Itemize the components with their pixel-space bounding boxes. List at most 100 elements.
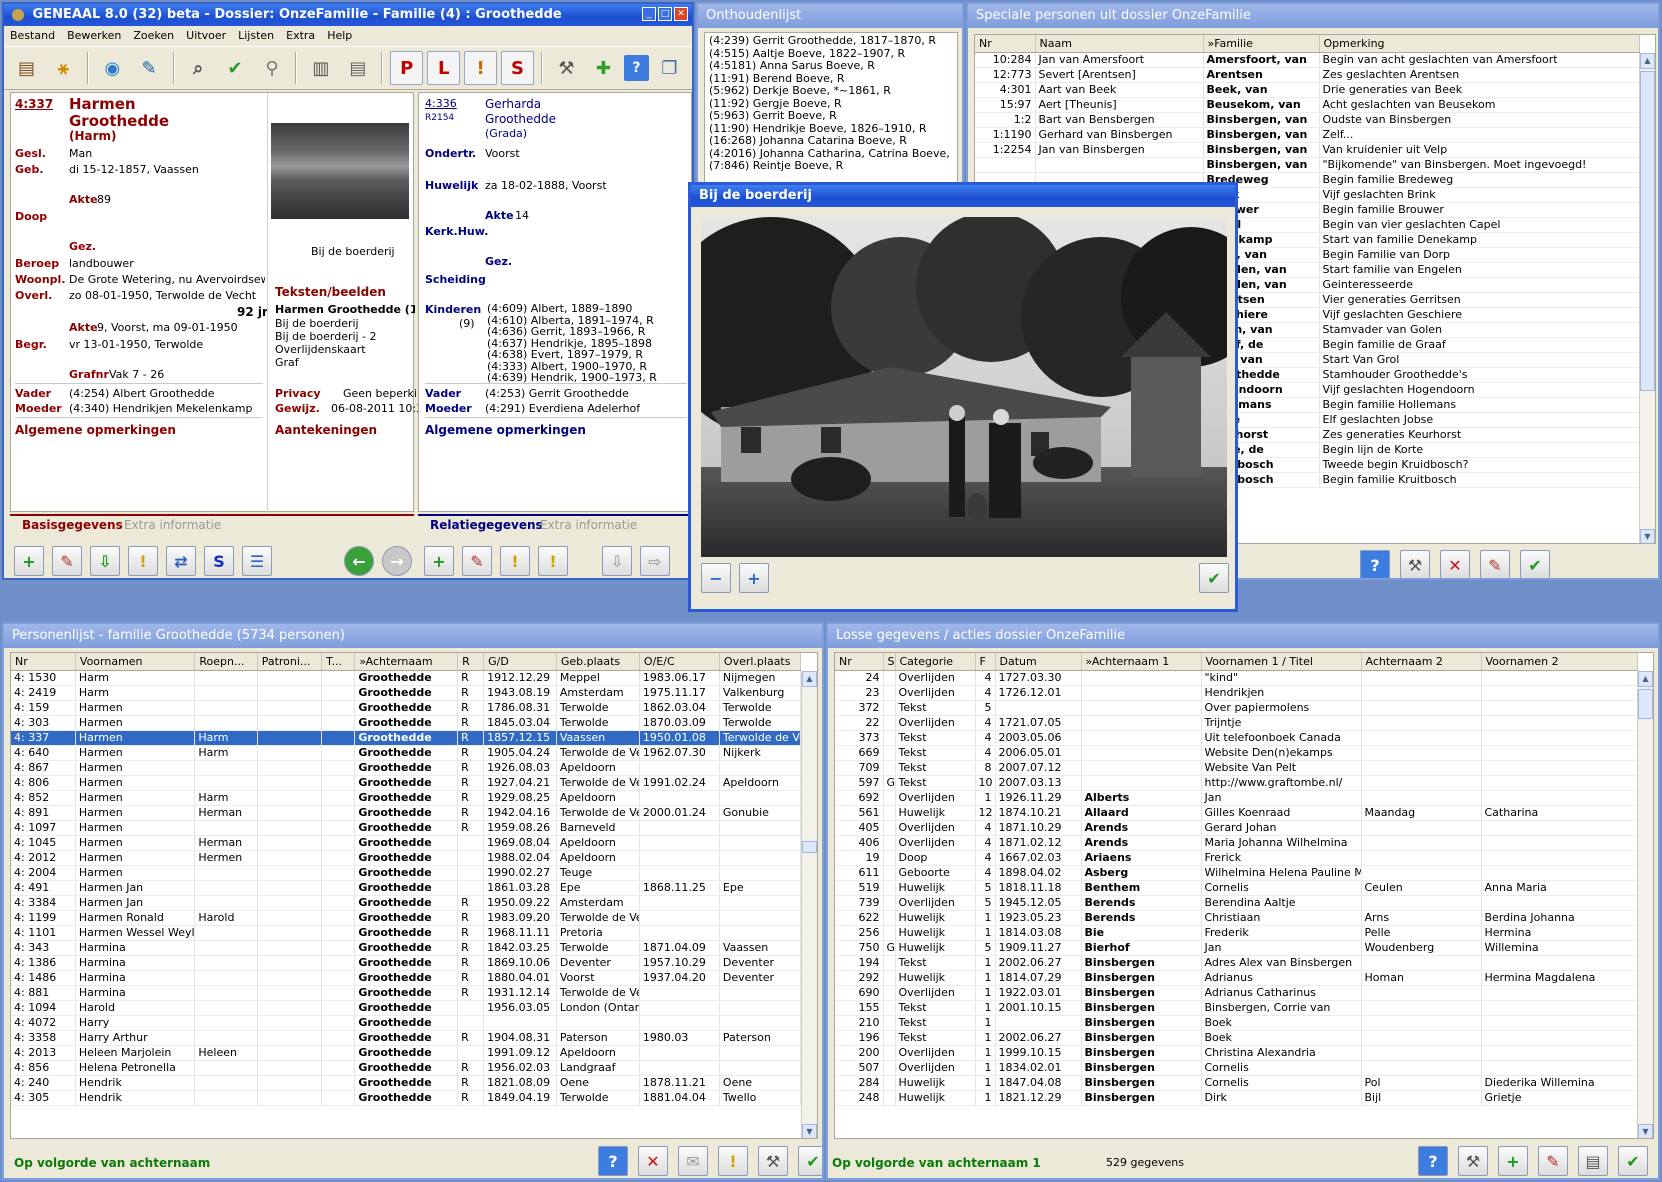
scroll-down-icon[interactable]: ▼ <box>1638 1124 1653 1138</box>
scroll-thumb[interactable] <box>1638 689 1653 719</box>
partner-remarks-label[interactable]: Algemene opmerkingen <box>425 423 586 437</box>
table-row[interactable]: 19 Doop 4 1667.02.03 Ariaens Frerick <box>835 850 1638 866</box>
persons-scrollbar[interactable]: ▲ ▼ <box>801 671 817 1138</box>
table-row[interactable]: 4: 640 Harmen Harm Groothedde R 1905.04.24 Ter… <box>11 745 802 761</box>
table-row[interactable]: 4: 491 Harmen Jan Groothedde 1861.03.28 Epe 1… <box>11 880 802 896</box>
person-nr[interactable]: 4:337 <box>15 97 53 111</box>
column-header[interactable]: Nr <box>975 35 1036 53</box>
document-icon[interactable]: ▤ <box>341 51 374 85</box>
table-row[interactable]: 248 Huwelijk 1 1821.12.29 Binsbergen Dirk Bijl… <box>835 1090 1638 1106</box>
merge-persons-icon[interactable]: ⇄ <box>166 546 196 576</box>
table-row[interactable]: 4: 1101Harmen Wessel Weyland GrootheddeR1… <box>11 925 802 941</box>
table-row[interactable]: 4: 4072 Harry Groothedde <box>11 1015 802 1031</box>
table-row[interactable]: 4:301 Aart van Beek Beek, van Drie generati… <box>975 82 1640 98</box>
ok-check-icon[interactable]: ✔ <box>798 1146 822 1176</box>
table-row[interactable]: 692 Overlijden 1 1926.11.29 Alberts Jan <box>835 790 1638 806</box>
family-tree-icon[interactable]: ⚹ <box>47 51 80 85</box>
scroll-up-icon[interactable]: ▲ <box>1640 53 1655 69</box>
table-row[interactable]: 611 Geboorte 4 1898.04.02 Asberg Wilhelmina H… <box>835 865 1638 881</box>
column-header[interactable]: Opmerking <box>1319 35 1640 53</box>
partner-nr[interactable]: 4:336 <box>425 97 457 110</box>
table-row[interactable]: 4: 2013 Heleen Marjolein Heleen Groothedde 1… <box>11 1045 802 1061</box>
table-row[interactable]: 4: 1486 Harmina Groothedde R 1880.04.01 Voors… <box>11 970 802 986</box>
table-row[interactable]: 194 Tekst 1 2002.06.27 Binsbergen Adres Alex … <box>835 955 1638 971</box>
partner-moeder-value[interactable]: (4:291) Everdiena Adelerhof <box>485 402 640 415</box>
ok-check-icon[interactable]: ✔ <box>1618 1146 1648 1176</box>
delete-icon[interactable]: ✕ <box>638 1146 668 1176</box>
onthoud-item[interactable]: (4:5181) Anna Sarus Boeve, R <box>709 60 953 73</box>
child-item[interactable]: (4:636) Gerrit, 1893–1966, R <box>487 326 687 338</box>
notes-label[interactable]: Aantekeningen <box>275 423 377 437</box>
onthoud-item[interactable]: (4:2016) Johanna Catharina, Catrina Boev… <box>709 148 953 161</box>
tab-extra-informatie[interactable]: Extra informatie <box>124 518 221 532</box>
column-header[interactable]: Nr <box>835 653 884 671</box>
source-icon[interactable]: S <box>204 546 234 576</box>
text-item[interactable]: Harmen Groothedde (1857 <box>275 303 415 316</box>
scroll-up-icon[interactable]: ▲ <box>1638 671 1653 687</box>
onthoud-item[interactable]: (11:90) Hendrikje Boeve, 1826–1910, R <box>709 123 953 136</box>
search-tree-icon[interactable]: ⚲ <box>256 51 289 85</box>
remarks-label[interactable]: Algemene opmerkingen <box>15 423 176 437</box>
maximize-button[interactable]: □ <box>658 7 672 21</box>
tools-icon[interactable]: ⚒ <box>550 51 583 85</box>
column-header[interactable]: Geb.plaats <box>556 653 640 671</box>
windows-icon[interactable]: ❐ <box>653 51 686 85</box>
table-row[interactable]: 373 Tekst 4 2003.05.06 Uit telefoonboek Cana… <box>835 730 1638 746</box>
table-row[interactable]: 4: 856 Helena Petronella Groothedde R 1956.0… <box>11 1060 802 1076</box>
table-row[interactable]: 196 Tekst 1 2002.06.27 Binsbergen Boek <box>835 1030 1638 1046</box>
table-row[interactable]: 690 Overlijden 1 1922.03.01 Binsbergen Adrian… <box>835 985 1638 1001</box>
vader-value[interactable]: (4:254) Albert Groothedde <box>69 387 215 400</box>
help-icon[interactable]: ? <box>1418 1146 1448 1176</box>
list-view-icon[interactable]: ☰ <box>242 546 272 576</box>
table-row[interactable]: 372 Tekst 5 Over papiermolens <box>835 700 1638 716</box>
table-row[interactable]: 4: 337 Harmen Harm Groothedde R 1857.12.15 Vaa… <box>11 730 802 746</box>
help-icon[interactable]: ? <box>1360 550 1390 578</box>
table-row[interactable]: 1:1190 Gerhard van Binsbergen Binsbergen, … <box>975 127 1640 143</box>
menu-lijsten[interactable]: Lijsten <box>238 29 274 43</box>
back-arrow-icon[interactable]: ← <box>344 546 374 576</box>
column-header[interactable]: Nr <box>11 653 76 671</box>
add-person-icon[interactable]: + <box>14 546 44 576</box>
tab-extra-informatie-partner[interactable]: Extra informatie <box>540 518 637 532</box>
table-row[interactable]: 4: 2012 Harmen Hermen Groothedde 1988.02.04 A… <box>11 850 802 866</box>
table-row[interactable]: 1:2 Bart van Bensbergen Binsbergen, van Oud… <box>975 112 1640 128</box>
table-row[interactable]: 507 Overlijden 1 1834.02.01 Binsbergen Cornel… <box>835 1060 1638 1076</box>
menu-help[interactable]: Help <box>327 29 352 43</box>
tab-basisgegevens[interactable]: Basisgegevens <box>22 518 123 532</box>
table-row[interactable]: 4: 1094 Harold Groothedde 1956.03.05 London … <box>11 1000 802 1016</box>
table-row[interactable]: 4: 3384 Harmen Jan Groothedde R 1950.09.22 Am… <box>11 895 802 911</box>
table-row[interactable]: 4: 867 Harmen Groothedde R 1926.08.03 Apeldoo… <box>11 760 802 776</box>
table-row[interactable]: 15:97 Aert [Theunis] Beusekom, van Acht ges… <box>975 97 1640 113</box>
checklist-icon[interactable]: ✔ <box>219 51 252 85</box>
table-row[interactable]: 1:2254 Jan van Binsbergen Binsbergen, van V… <box>975 142 1640 158</box>
column-header[interactable]: Voornamen 1 / Titel <box>1201 653 1362 671</box>
table-row[interactable]: 4: 2419 Harm Groothedde R 1943.08.19 Amsterda… <box>11 685 802 701</box>
add-relation-icon[interactable]: + <box>424 546 454 576</box>
onthoud-item[interactable]: (16:268) Johanna Catarina Boeve, R <box>709 135 953 148</box>
table-row[interactable]: 561 Huwelijk 12 1874.10.21 Allaard Gilles Koe… <box>835 805 1638 821</box>
scroll-thumb[interactable] <box>1640 71 1655 391</box>
table-row[interactable]: 4: 1199 Harmen Ronald Harold Groothedde R 198… <box>11 910 802 926</box>
special-scrollbar[interactable]: ▲ ▼ <box>1639 53 1655 543</box>
column-header[interactable]: »Achternaam <box>354 653 459 671</box>
table-row[interactable]: 4: 1530 Harm Groothedde R 1912.12.29 Meppel 19… <box>11 670 802 686</box>
column-header[interactable]: F <box>975 653 996 671</box>
column-header[interactable]: Overl.plaats <box>719 653 802 671</box>
table-row[interactable]: 4: 1097 Harmen Groothedde R 1959.08.26 Barnev… <box>11 820 802 836</box>
table-row[interactable]: 12:773 Severt [Arentsen] Arentsen Zes gesla… <box>975 67 1640 83</box>
table-row[interactable]: Binsbergen, van "Bijkomende" van Binsberg… <box>975 157 1640 173</box>
tools-icon[interactable]: ⚒ <box>758 1146 788 1176</box>
table-row[interactable]: 10:284 Jan van Amersfoort Amersfoort, van B… <box>975 52 1640 68</box>
menu-zoeken[interactable]: Zoeken <box>133 29 174 43</box>
scroll-down-icon[interactable]: ▼ <box>802 1124 817 1138</box>
add-icon[interactable]: + <box>1498 1146 1528 1176</box>
column-header[interactable]: T... <box>321 653 356 671</box>
warning-icon[interactable]: ! <box>718 1146 748 1176</box>
scroll-thumb[interactable] <box>802 841 817 853</box>
column-header[interactable]: Achternaam 2 <box>1361 653 1482 671</box>
mail-icon[interactable]: ✉ <box>678 1146 708 1176</box>
globe-add-icon[interactable]: ◉ <box>96 51 129 85</box>
table-row[interactable]: 4: 305 Hendrik Groothedde R 1849.04.19 Terwol… <box>11 1090 802 1106</box>
table-row[interactable]: 4: 1045 Harmen Herman Groothedde 1969.08.04 A… <box>11 835 802 851</box>
zoom-in-icon[interactable]: + <box>739 563 769 593</box>
